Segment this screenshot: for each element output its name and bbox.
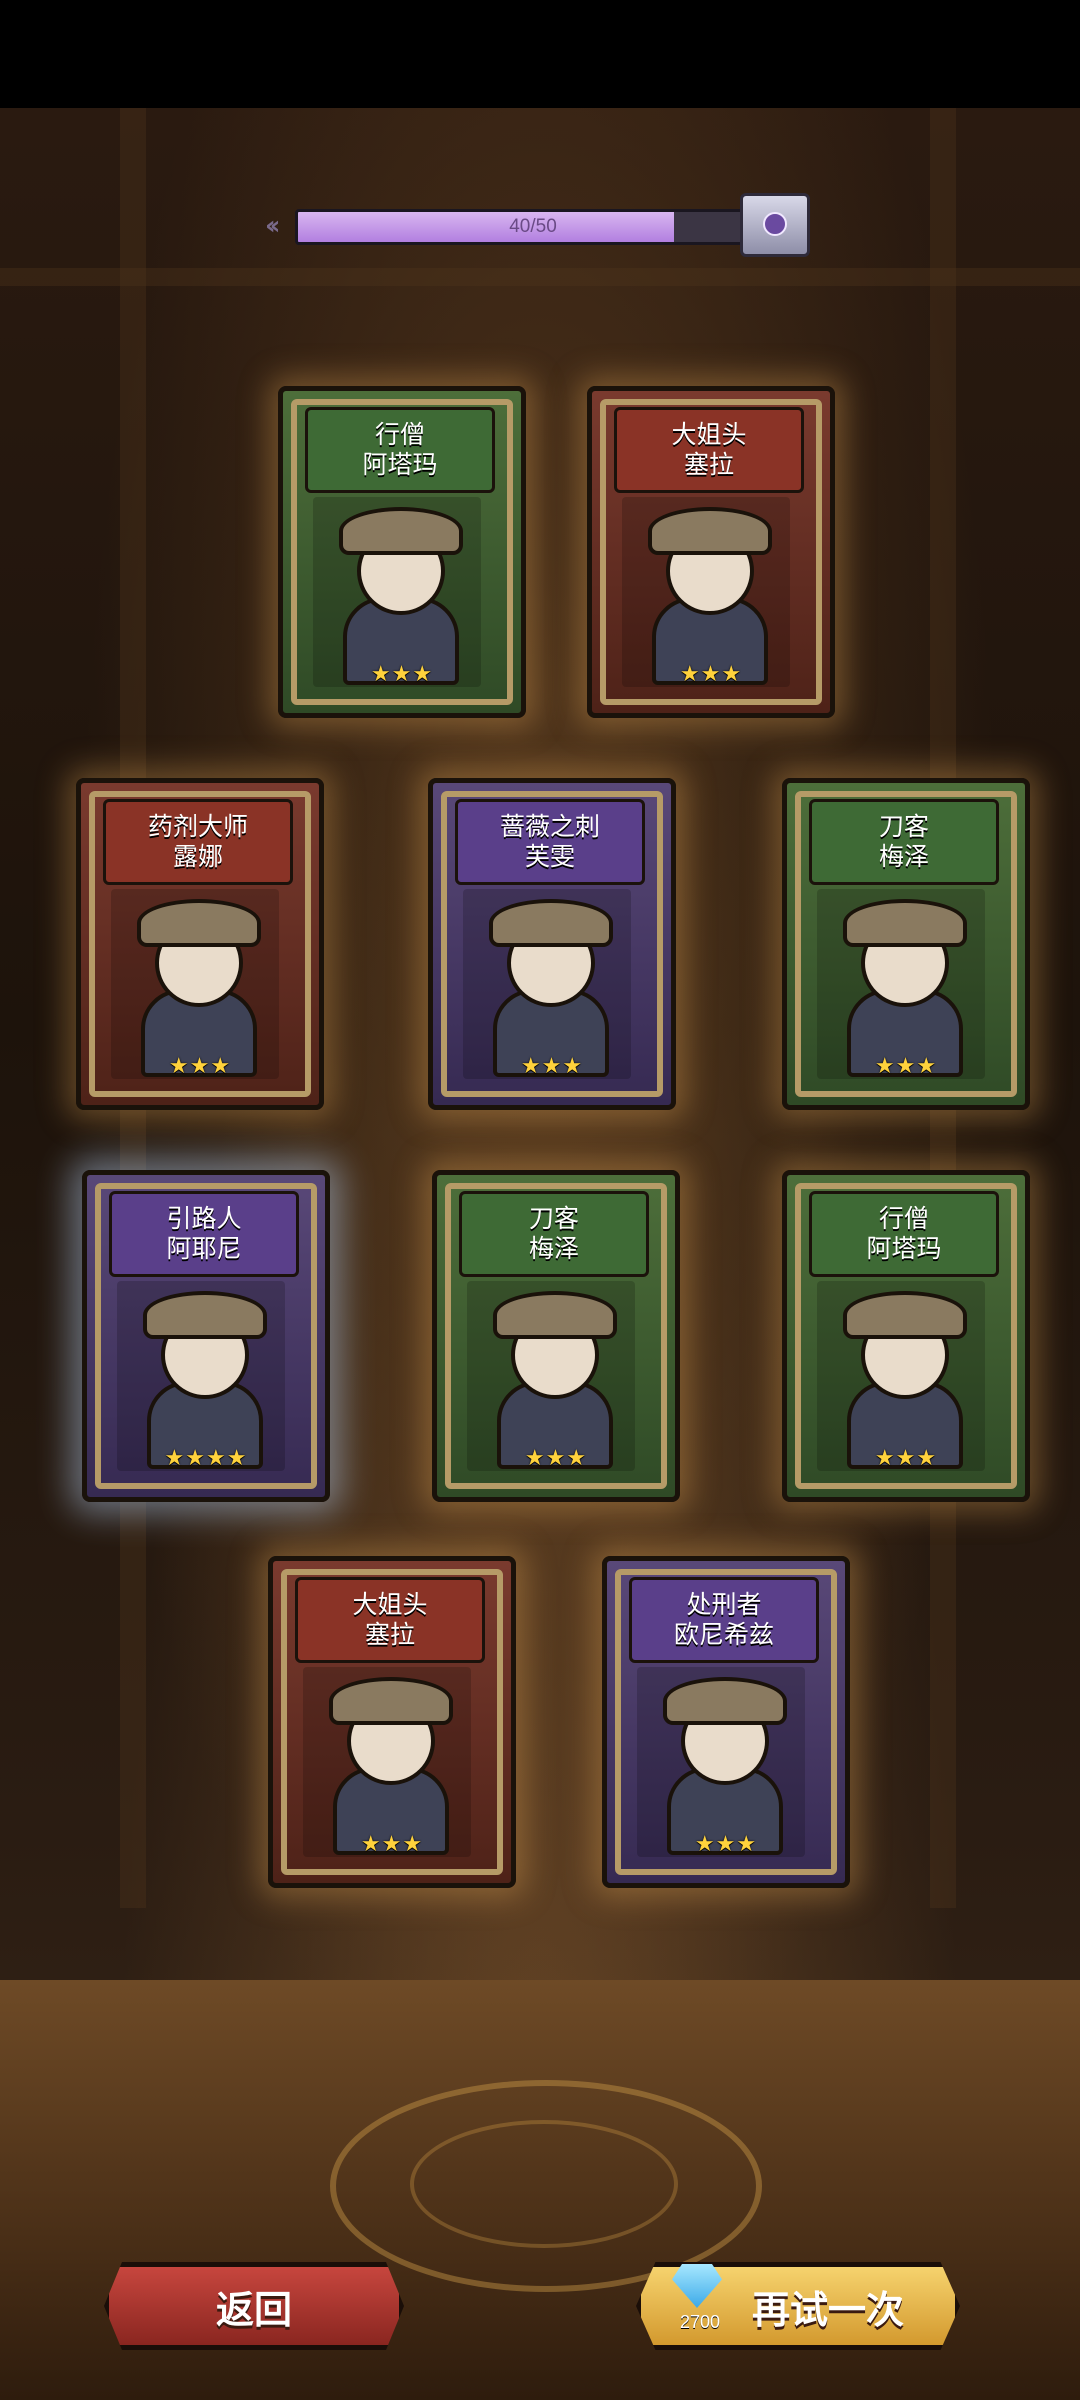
hero-title: 行僧: [878, 1204, 929, 1233]
hero-name: 塞拉: [683, 450, 734, 479]
summon-progress-bar: ‹‹ 40/50: [265, 193, 825, 257]
hero-portrait: [637, 1667, 805, 1857]
hero-headgear: [843, 1291, 967, 1339]
hero-headgear: [493, 1291, 617, 1339]
hero-card[interactable]: 大姐头 塞拉 ★★★: [268, 1556, 516, 1888]
hero-name-banner: 引路人 阿耶尼: [109, 1191, 299, 1277]
hero-card[interactable]: 蔷薇之刺 芙雯 ★★★: [428, 778, 676, 1110]
hero-name-banner: 行僧 阿塔玛: [305, 407, 495, 493]
hero-name: 露娜: [172, 842, 223, 871]
hero-card[interactable]: 药剂大师 露娜 ★★★: [76, 778, 324, 1110]
hero-portrait: [303, 1667, 471, 1857]
progress-track: 40/50: [295, 209, 771, 245]
hero-card[interactable]: 行僧 阿塔玛 ★★★: [278, 386, 526, 718]
hero-headgear: [137, 899, 261, 947]
hero-title: 大姐头: [352, 1590, 428, 1619]
hero-card[interactable]: 大姐头 塞拉 ★★★: [587, 386, 835, 718]
star-rating: ★★★: [524, 1446, 588, 1471]
hero-title: 处刑者: [686, 1590, 762, 1619]
star-rating: ★★★: [360, 1832, 424, 1857]
hero-portrait: [817, 889, 985, 1079]
hero-portrait: [117, 1281, 285, 1471]
hero-card[interactable]: 刀客 梅泽 ★★★: [432, 1170, 680, 1502]
star-rating: ★★★: [679, 662, 743, 687]
hero-name: 阿耶尼: [166, 1234, 242, 1263]
hero-name-banner: 蔷薇之刺 芙雯: [455, 799, 645, 885]
hero-card[interactable]: 行僧 阿塔玛 ★★★: [782, 1170, 1030, 1502]
hero-headgear: [648, 507, 772, 555]
hero-portrait: [817, 1281, 985, 1471]
hero-headgear: [843, 899, 967, 947]
hero-name: 阿塔玛: [866, 1234, 942, 1263]
progress-text: 40/50: [509, 216, 557, 237]
back-button-label: 返回: [215, 2287, 292, 2332]
hero-title: 引路人: [166, 1204, 242, 1233]
star-rating: ★★★: [694, 1832, 758, 1857]
hero-title: 刀客: [528, 1204, 579, 1233]
chest-emblem: [763, 212, 787, 236]
hero-name-banner: 大姐头 塞拉: [614, 407, 804, 493]
hero-title: 行僧: [374, 420, 425, 449]
star-rating: ★★★: [168, 1054, 232, 1079]
hero-name: 梅泽: [528, 1234, 579, 1263]
hero-name-banner: 大姐头 塞拉: [295, 1577, 485, 1663]
hero-headgear: [329, 1677, 453, 1725]
hero-title: 蔷薇之刺: [499, 812, 600, 841]
hero-name-banner: 刀客 梅泽: [809, 799, 999, 885]
retry-cost: 2700: [679, 2312, 721, 2332]
hero-name: 欧尼希兹: [673, 1620, 774, 1649]
hero-card[interactable]: 处刑者 欧尼希兹 ★★★: [602, 1556, 850, 1888]
hero-card[interactable]: 刀客 梅泽 ★★★: [782, 778, 1030, 1110]
hero-title: 刀客: [878, 812, 929, 841]
star-rating: ★★★: [874, 1446, 938, 1471]
retry-button-label: 再试一次: [751, 2287, 904, 2332]
hero-headgear: [489, 899, 613, 947]
hero-name: 芙雯: [524, 842, 575, 871]
hero-name-banner: 处刑者 欧尼希兹: [629, 1577, 819, 1663]
hero-name-banner: 行僧 阿塔玛: [809, 1191, 999, 1277]
hero-name: 塞拉: [364, 1620, 415, 1649]
back-button[interactable]: 返回: [104, 2262, 404, 2350]
double-chevron-left-icon: ‹‹: [265, 211, 281, 241]
hero-title: 大姐头: [671, 420, 747, 449]
hero-portrait: [313, 497, 481, 687]
hero-title: 药剂大师: [147, 812, 248, 841]
hero-portrait: [467, 1281, 635, 1471]
star-rating: ★★★: [370, 662, 434, 687]
hero-name: 梅泽: [878, 842, 929, 871]
hero-headgear: [339, 507, 463, 555]
star-rating: ★★★★: [164, 1446, 248, 1471]
hero-name: 阿塔玛: [362, 450, 438, 479]
hero-card[interactable]: 引路人 阿耶尼 ★★★★: [82, 1170, 330, 1502]
reward-chest-icon[interactable]: [740, 193, 810, 257]
hero-portrait: [111, 889, 279, 1079]
hero-name-banner: 药剂大师 露娜: [103, 799, 293, 885]
star-rating: ★★★: [874, 1054, 938, 1079]
star-rating: ★★★: [520, 1054, 584, 1079]
table-rune-inner: [410, 2120, 678, 2248]
hero-headgear: [663, 1677, 787, 1725]
hero-name-banner: 刀客 梅泽: [459, 1191, 649, 1277]
hero-portrait: [463, 889, 631, 1079]
hero-portrait: [622, 497, 790, 687]
hero-headgear: [143, 1291, 267, 1339]
